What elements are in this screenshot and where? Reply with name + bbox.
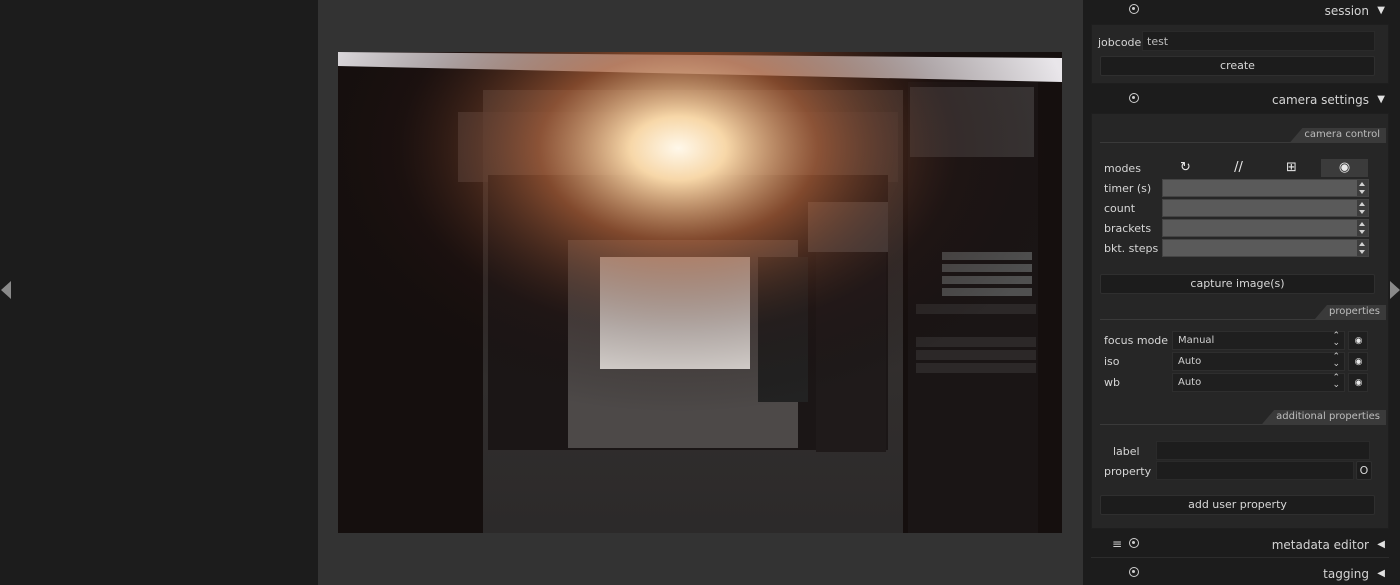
bkt-steps-label: bkt. steps <box>1104 242 1159 255</box>
camera-control-section-label: camera control <box>1290 128 1386 142</box>
camera-settings-title: camera settings <box>1272 93 1369 107</box>
label-input[interactable] <box>1156 441 1370 460</box>
left-side-panel <box>0 0 318 585</box>
jobcode-label: jobcode <box>1098 36 1142 49</box>
jobcode-input[interactable]: test <box>1142 31 1375 51</box>
brackets-label: brackets <box>1104 222 1152 235</box>
modes-label: modes <box>1104 162 1141 175</box>
timer-spinbox[interactable] <box>1162 179 1369 197</box>
live-view-eye-icon[interactable]: ◉ <box>1321 159 1368 177</box>
tagging-title: tagging <box>1323 567 1369 581</box>
module-divider <box>1091 557 1389 558</box>
tagging-reset-icon[interactable] <box>1129 567 1139 577</box>
collapse-left-panel-arrow-icon[interactable] <box>1 281 11 299</box>
eye-icon: ◉ <box>1354 336 1363 346</box>
section-divider <box>1100 142 1386 143</box>
tagging-module-header[interactable]: tagging ◀ <box>1091 563 1389 585</box>
bkt-steps-spinbox[interactable] <box>1162 239 1369 257</box>
metadata-editor-reset-icon[interactable] <box>1129 538 1139 548</box>
expand-down-icon[interactable]: ▼ <box>1377 94 1385 105</box>
spin-arrows-icon[interactable] <box>1357 240 1368 256</box>
eye-icon: ◉ <box>1354 378 1363 388</box>
focus-mode-eye-button[interactable]: ◉ <box>1348 331 1368 350</box>
center-view <box>318 0 1083 585</box>
spin-arrows-icon[interactable] <box>1357 180 1368 196</box>
section-divider <box>1100 319 1386 320</box>
timelapse-icon[interactable]: // <box>1215 159 1262 177</box>
session-module-body: jobcode test create <box>1091 24 1389 84</box>
right-side-panel: session ▼ jobcode test create camera set… <box>1083 0 1400 585</box>
focus-mode-label: focus mode <box>1104 334 1169 347</box>
count-label: count <box>1104 202 1136 215</box>
expand-down-icon[interactable]: ▼ <box>1377 5 1385 16</box>
camera-settings-module-body: camera control modes ↻ // ⊞ ◉ timer (s) … <box>1091 113 1389 529</box>
self-timer-icon[interactable]: ↻ <box>1162 159 1209 177</box>
properties-section-label: properties <box>1314 305 1386 319</box>
live-view-image <box>338 52 1062 533</box>
metadata-editor-module-header[interactable]: ≡ metadata editor ◀ <box>1091 534 1389 556</box>
session-title: session <box>1324 4 1369 18</box>
label-label: label <box>1113 445 1140 458</box>
wb-label: wb <box>1104 376 1120 389</box>
eye-icon: ◉ <box>1354 357 1363 367</box>
iso-label: iso <box>1104 355 1120 368</box>
bracket-icon[interactable]: ⊞ <box>1268 159 1315 177</box>
property-picker-button[interactable]: O <box>1356 461 1372 480</box>
property-label: property <box>1104 465 1152 478</box>
focus-mode-value: Manual <box>1178 335 1215 346</box>
create-button[interactable]: create <box>1100 56 1375 76</box>
collapse-right-panel-arrow-icon[interactable] <box>1390 281 1400 299</box>
iso-eye-button[interactable]: ◉ <box>1348 352 1368 371</box>
wb-value: Auto <box>1178 377 1202 388</box>
timer-label: timer (s) <box>1104 182 1152 195</box>
iso-select[interactable]: Auto ⌃ ⌄ <box>1172 352 1345 371</box>
camera-settings-module-header[interactable]: camera settings ▼ <box>1091 89 1389 111</box>
spin-arrows-icon[interactable] <box>1357 200 1368 216</box>
camera-settings-reset-icon[interactable] <box>1129 93 1139 103</box>
session-module-header[interactable]: session ▼ <box>1091 0 1389 22</box>
collapse-left-icon[interactable]: ◀ <box>1377 568 1385 579</box>
wb-eye-button[interactable]: ◉ <box>1348 373 1368 392</box>
metadata-editor-title: metadata editor <box>1271 538 1369 552</box>
section-divider <box>1100 424 1386 425</box>
focus-mode-select[interactable]: Manual ⌃ ⌄ <box>1172 331 1345 350</box>
capture-images-button[interactable]: capture image(s) <box>1100 274 1375 294</box>
brackets-spinbox[interactable] <box>1162 219 1369 237</box>
collapse-left-icon[interactable]: ◀ <box>1377 539 1385 550</box>
spin-arrows-icon[interactable] <box>1357 220 1368 236</box>
wb-select[interactable]: Auto ⌃ ⌄ <box>1172 373 1345 392</box>
recursive-screen-photo <box>338 52 1062 533</box>
iso-value: Auto <box>1178 356 1202 367</box>
count-spinbox[interactable] <box>1162 199 1369 217</box>
session-reset-icon[interactable] <box>1129 4 1139 14</box>
add-user-property-button[interactable]: add user property <box>1100 495 1375 515</box>
additional-properties-section-label: additional properties <box>1262 410 1386 424</box>
property-input[interactable] <box>1156 461 1354 480</box>
presets-menu-icon[interactable]: ≡ <box>1112 537 1122 551</box>
